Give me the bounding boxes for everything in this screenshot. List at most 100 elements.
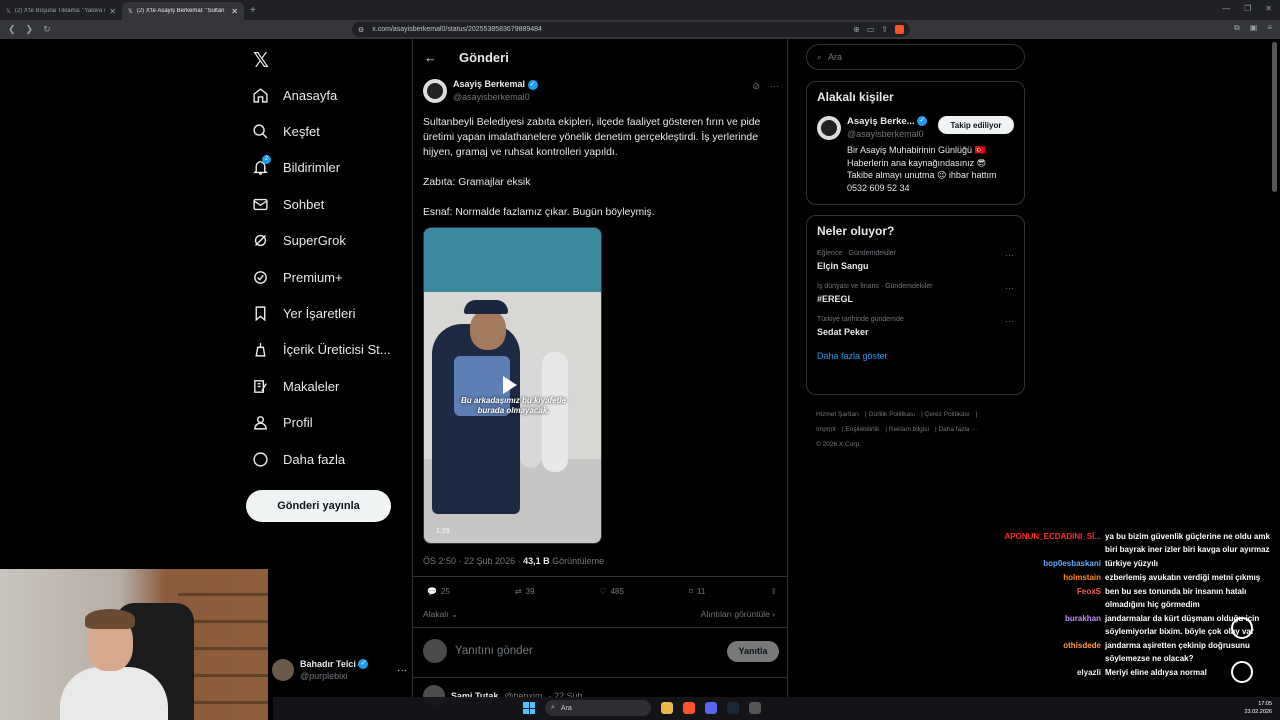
close-icon[interactable]: ✕ bbox=[109, 7, 116, 16]
chat-message: bop0esbaskani türkiye yüzyılı bbox=[990, 557, 1280, 570]
footer-link[interactable]: Daha fazla ··· bbox=[938, 426, 977, 433]
relevancy-dropdown[interactable]: Alakalı ⌄ bbox=[423, 609, 458, 620]
nav-item-articles[interactable]: Makaleler bbox=[252, 368, 402, 404]
nav-item-home[interactable]: Anasayfa bbox=[252, 77, 402, 113]
relevant-handle[interactable]: @asayisberkemal0 bbox=[847, 129, 927, 139]
back-icon[interactable]: ❮ bbox=[8, 24, 16, 35]
view-quotes-link[interactable]: Alıntıları görüntüle › bbox=[701, 609, 775, 620]
footer-link[interactable]: Hizmet Şartları bbox=[816, 411, 859, 418]
trend-item[interactable]: İş dünyası ve finans · Gündemdekiler #ER… bbox=[817, 283, 1014, 304]
more-options-icon[interactable]: ··· bbox=[397, 665, 407, 676]
steam-icon[interactable] bbox=[727, 702, 739, 714]
url-text: x.com/asayisberkemal0/status/20255385836… bbox=[372, 26, 542, 33]
streamer-hair-image bbox=[85, 609, 135, 629]
post-handle[interactable]: @asayisberkemal0 bbox=[453, 92, 538, 102]
footer-link[interactable]: Erişilebilirlik bbox=[845, 426, 879, 433]
grok-icon[interactable]: ⊘ bbox=[752, 81, 760, 92]
file-explorer-icon[interactable] bbox=[661, 702, 673, 714]
taskbar-search[interactable]: ⌕ Ara bbox=[545, 700, 651, 716]
scrollbar[interactable] bbox=[1272, 42, 1277, 192]
nav-item-more[interactable]: Daha fazla bbox=[252, 441, 402, 477]
nav-item-explore[interactable]: Keşfet bbox=[252, 113, 402, 149]
play-icon[interactable] bbox=[503, 376, 517, 394]
nav-item-supergrok[interactable]: SuperGrok bbox=[252, 223, 402, 259]
extensions-icon[interactable]: ⧉ bbox=[1234, 23, 1240, 33]
search-icon: ⌕ bbox=[817, 51, 823, 62]
like-button[interactable]: ♡ 485 bbox=[599, 587, 624, 596]
wallet-icon[interactable]: ▣ bbox=[1250, 23, 1258, 33]
reload-icon[interactable]: ↻ bbox=[43, 24, 51, 35]
brave-shield-icon[interactable] bbox=[895, 25, 904, 34]
browser-tab[interactable]: 𝕏 (2) X'te Boşuna Tıklama: "Yalova da h … bbox=[0, 2, 122, 20]
divider bbox=[413, 627, 787, 628]
windows-start-icon[interactable] bbox=[523, 702, 535, 714]
reply-input[interactable]: Yanıtını gönder bbox=[455, 645, 719, 657]
copyright: © 2026 X Corp. bbox=[816, 441, 861, 448]
zoom-icon[interactable]: ⊕ bbox=[853, 25, 860, 34]
more-options-icon[interactable]: ··· bbox=[1005, 250, 1014, 260]
relevant-name[interactable]: Asayiş Berke... bbox=[847, 116, 915, 127]
avatar bbox=[272, 659, 294, 681]
trend-item[interactable]: Türkiye tarihinde gündemde Sedat Peker ·… bbox=[817, 316, 1014, 337]
relevant-people-card: Alakalı kişiler Asayiş Berke... ✓ @asayi… bbox=[806, 81, 1025, 205]
reply-button[interactable]: 💬 25 bbox=[427, 587, 450, 596]
video-player[interactable]: Bu arkadaşımız bu kıyafetle burada olmay… bbox=[423, 227, 602, 544]
show-more-link[interactable]: Daha fazla göster bbox=[817, 351, 1014, 361]
x-logo-icon[interactable]: 𝕏 bbox=[253, 48, 269, 73]
streamer-body-image bbox=[60, 667, 168, 720]
avatar[interactable] bbox=[817, 116, 841, 140]
forward-icon[interactable]: ❯ bbox=[26, 24, 34, 35]
browser-tab-bar: 𝕏 (2) X'te Boşuna Tıklama: "Yalova da h … bbox=[0, 0, 1280, 20]
share-button[interactable]: ⇪ bbox=[770, 587, 777, 596]
nav-item-creator-studio[interactable]: İçerik Üreticisi St... bbox=[252, 332, 402, 368]
brave-browser-icon[interactable] bbox=[683, 702, 695, 714]
notification-badge: 2 bbox=[262, 154, 271, 164]
bookmark-icon: ⌑ bbox=[688, 587, 693, 596]
footer-link[interactable]: Imprint bbox=[816, 426, 836, 433]
bookmark-button[interactable]: ⌑ 11 bbox=[689, 587, 705, 596]
nav-label: Bildirimler bbox=[283, 160, 341, 176]
post-button[interactable]: Gönderi yayınla bbox=[246, 490, 391, 522]
post-date[interactable]: 22 Şub 2026 bbox=[464, 556, 515, 566]
chat-message: APONUN_ECDADINI_Sİ... ya bu bizim güvenli… bbox=[990, 530, 1280, 556]
minimize-icon[interactable]: — bbox=[1222, 4, 1230, 13]
system-clock[interactable]: 17:05 23.02.2026 bbox=[1244, 700, 1272, 716]
footer-link[interactable]: Gizlilik Politikası bbox=[868, 411, 915, 418]
nav-item-premium[interactable]: Premium+ bbox=[252, 259, 402, 295]
menu-icon[interactable]: ≡ bbox=[1267, 23, 1272, 33]
repost-button[interactable]: ⇄ 39 bbox=[515, 587, 535, 596]
obs-icon[interactable] bbox=[749, 702, 761, 714]
more-options-icon[interactable]: ··· bbox=[1005, 283, 1014, 293]
account-switcher[interactable]: Bahadır Telci ✓ @purplebixi ··· bbox=[272, 650, 407, 690]
more-options-icon[interactable]: ··· bbox=[770, 81, 779, 92]
close-icon[interactable]: ✕ bbox=[231, 7, 238, 16]
discord-icon[interactable] bbox=[705, 702, 717, 714]
footer-link[interactable]: Reklam bilgisi bbox=[889, 426, 929, 433]
nav-item-chat[interactable]: Sohbet bbox=[252, 186, 402, 222]
post-time[interactable]: ÖS 2:50 bbox=[423, 556, 456, 566]
new-tab-icon[interactable]: + bbox=[250, 5, 256, 16]
avatar[interactable] bbox=[423, 79, 447, 103]
back-arrow-icon[interactable]: ← bbox=[424, 50, 437, 65]
more-options-icon[interactable]: ··· bbox=[1005, 316, 1014, 326]
maximize-icon[interactable]: ❐ bbox=[1244, 4, 1251, 13]
following-button[interactable]: Takip ediliyor bbox=[938, 116, 1014, 134]
trend-item[interactable]: Eğlence · Gündemdekiler Elçin Sangu ··· bbox=[817, 250, 1014, 271]
webcam-overlay bbox=[0, 569, 268, 720]
views-label: Görüntüleme bbox=[552, 556, 605, 566]
post-author[interactable]: Asayiş Berkemal bbox=[453, 79, 525, 89]
site-info-icon[interactable]: ⚙ bbox=[358, 26, 364, 34]
cast-icon[interactable]: ▭ bbox=[867, 25, 875, 34]
nav-item-notifications[interactable]: 2 Bildirimler bbox=[252, 150, 402, 186]
reply-submit-button[interactable]: Yanıtla bbox=[727, 640, 779, 662]
nav-item-profile[interactable]: Profil bbox=[252, 405, 402, 441]
reply-icon: 💬 bbox=[427, 587, 437, 596]
window-close-icon[interactable]: ✕ bbox=[1265, 4, 1272, 13]
browser-tab-active[interactable]: 𝕏 (2) X'te Asayiş Berkemal: "Sultan ✕ bbox=[122, 2, 244, 20]
share-icon[interactable]: ⇪ bbox=[881, 25, 888, 34]
nav-item-bookmarks[interactable]: Yer İşaretleri bbox=[252, 295, 402, 331]
address-bar[interactable]: ⚙ x.com/asayisberkemal0/status/202553858… bbox=[352, 22, 910, 37]
footer-link[interactable]: Çerez Politikası bbox=[925, 411, 970, 418]
divider bbox=[413, 576, 787, 577]
search-input[interactable]: ⌕ Ara bbox=[806, 44, 1025, 70]
